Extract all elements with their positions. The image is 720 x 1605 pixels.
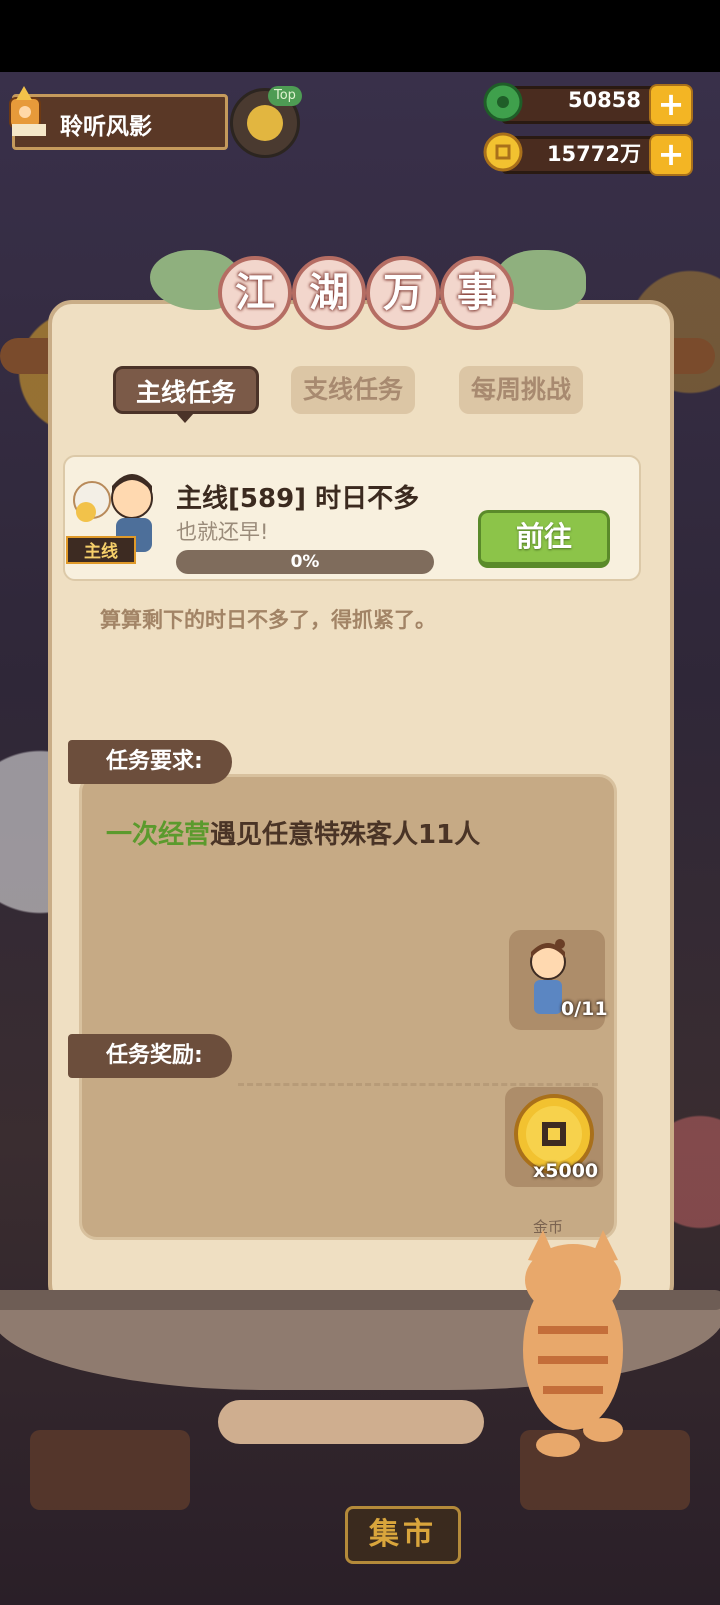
requirement-detail: 遇见任意特殊客人11人 [210, 820, 481, 850]
active-tab-pointer [176, 413, 194, 423]
bowl-base [218, 1400, 484, 1444]
requirement-text: 一次经营遇见任意特殊客人11人 [106, 814, 480, 851]
quest-progress-text: 0% [290, 552, 320, 572]
title-char-1: 江 [218, 256, 292, 330]
add-gold-button[interactable]: + [649, 134, 693, 176]
reward-label: 任务奖励: [68, 1034, 232, 1078]
quest-title: 主线[589] 时日不多 [176, 484, 420, 514]
go-button[interactable]: 前往 [478, 510, 610, 568]
jade-currency: 50858 + [483, 82, 693, 126]
market-sign[interactable]: 集市 [345, 1506, 461, 1564]
reward-amount: x5000 [533, 1160, 599, 1182]
title-char-2: 湖 [292, 256, 366, 330]
player-avatar-icon[interactable] [4, 84, 52, 142]
customer-count: 0/11 [561, 998, 608, 1020]
cat-mascot-icon [523, 1230, 623, 1457]
reward-divider [238, 1083, 598, 1086]
title-char-3: 万 [366, 256, 440, 330]
jade-icon [483, 82, 523, 122]
gold-coin-icon [483, 132, 523, 172]
add-jade-button[interactable]: + [649, 84, 693, 126]
gold-value: 15772万 [546, 142, 641, 166]
quest-progress-bar: 0% [176, 550, 434, 574]
status-bar [0, 0, 720, 72]
requirement-highlight: 一次经营 [106, 820, 211, 850]
title-char-4: 事 [440, 256, 514, 330]
tab-weekly-challenge[interactable]: 每周挑战 [459, 366, 583, 414]
jade-value: 50858 [567, 88, 641, 112]
quest-description: 算算剩下的时日不多了，得抓紧了。 [100, 608, 436, 632]
face-icon [247, 105, 283, 141]
requirement-label: 任务要求: [68, 740, 232, 784]
top-tag: Top [268, 86, 302, 106]
tab-main-quest[interactable]: 主线任务 [113, 366, 259, 414]
gold-currency: 15772万 + [483, 132, 693, 176]
quest-subtitle: 也就还早! [176, 520, 269, 544]
main-quest-tag: 主线 [66, 536, 136, 564]
player-name: 聆听风影 [60, 114, 152, 140]
bg-stall-left [30, 1430, 190, 1510]
tab-side-quest[interactable]: 支线任务 [291, 366, 415, 414]
